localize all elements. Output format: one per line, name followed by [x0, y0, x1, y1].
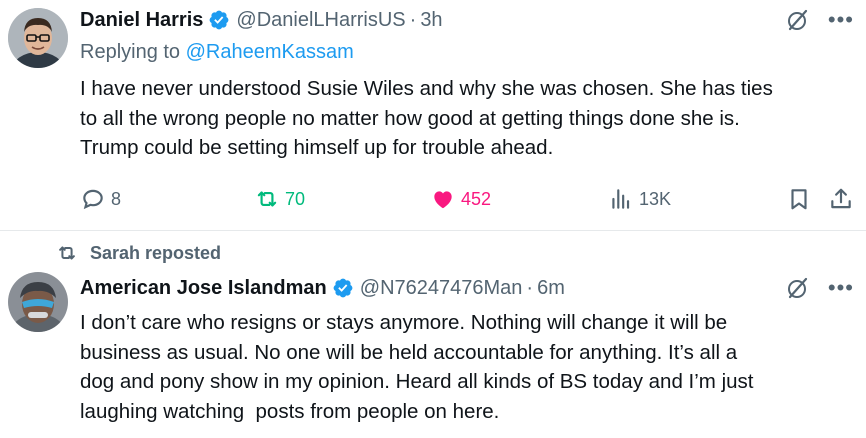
- views-count: 13K: [639, 188, 672, 209]
- like-count: 452: [461, 188, 492, 209]
- tweet-top-actions: •••: [786, 276, 854, 300]
- separator-dot: ·: [409, 9, 417, 31]
- repost-banner: Sarah reposted: [56, 242, 221, 264]
- tweet-text-line: laughing watching posts from people on h…: [80, 399, 500, 423]
- bookmark-button[interactable]: [786, 184, 817, 214]
- repost-banner-text[interactable]: Sarah reposted: [90, 243, 221, 264]
- timestamp[interactable]: 3h: [420, 8, 442, 32]
- verified-badge-icon[interactable]: [208, 9, 230, 31]
- tweet-text-line: I have never understood Susie Wiles and …: [80, 77, 773, 100]
- replying-to-prefix: Replying to: [80, 41, 186, 63]
- separator-dot: ·: [526, 277, 534, 299]
- tweet-text-line: business as usual. No one will be held a…: [80, 340, 738, 364]
- grok-icon[interactable]: [786, 276, 810, 300]
- tweet-action-bar: 8 70 452 13K: [80, 184, 856, 214]
- avatar-american-jose-islandman[interactable]: [8, 272, 68, 332]
- tweet-header: Daniel Harris @DanielLHarrisUS · 3h: [80, 8, 443, 32]
- retweet-icon: [59, 246, 75, 260]
- views-button[interactable]: 13K: [608, 184, 671, 214]
- like-button[interactable]: 452: [430, 184, 491, 214]
- tweet-top-actions: •••: [786, 8, 854, 32]
- reply-icon: [83, 189, 103, 210]
- repost-count: 70: [285, 188, 306, 209]
- tweet-text-line: to all the wrong people no matter how go…: [80, 106, 740, 130]
- reply-button[interactable]: 8: [80, 184, 121, 214]
- avatar-daniel-harris[interactable]: [8, 8, 68, 68]
- grok-icon[interactable]: [786, 8, 810, 32]
- handle[interactable]: @N76247476Man: [360, 276, 523, 300]
- display-name[interactable]: Daniel Harris: [80, 8, 203, 32]
- tweet-text-line: Trump could be setting himself up for tr…: [80, 136, 554, 159]
- verified-badge-icon[interactable]: [332, 277, 354, 299]
- replying-to-mention[interactable]: @RaheemKassam: [186, 41, 354, 63]
- tweet-text-line: I don’t care who resigns or stays anymor…: [80, 311, 728, 334]
- tweet-text: I have never understood Susie Wiles and …: [80, 74, 860, 163]
- tweet-american-jose-islandman[interactable]: Sarah reposted American Jose Islandman @…: [0, 230, 866, 438]
- timestamp[interactable]: 6m: [537, 276, 565, 300]
- heart-icon: [434, 191, 452, 209]
- reply-count: 8: [111, 188, 122, 209]
- views-icon: [612, 189, 630, 209]
- tweet-daniel-harris[interactable]: Daniel Harris @DanielLHarrisUS · 3h ••• …: [0, 0, 866, 230]
- more-icon[interactable]: •••: [828, 8, 854, 32]
- replying-to: Replying to @RaheemKassam: [80, 40, 354, 64]
- tweet-text-line: dog and pony show in my opinion. Heard a…: [80, 370, 754, 393]
- more-icon[interactable]: •••: [828, 276, 854, 300]
- share-button[interactable]: [828, 184, 859, 214]
- share-icon: [831, 188, 851, 209]
- retweet-icon: [257, 191, 277, 207]
- repost-button[interactable]: 70: [254, 184, 305, 214]
- display-name[interactable]: American Jose Islandman: [80, 276, 327, 300]
- tweet-header: American Jose Islandman @N76247476Man · …: [80, 276, 565, 300]
- handle[interactable]: @DanielLHarrisUS: [236, 8, 405, 32]
- bookmark-icon: [791, 189, 807, 210]
- tweet-text: I don’t care who resigns or stays anymor…: [80, 308, 860, 426]
